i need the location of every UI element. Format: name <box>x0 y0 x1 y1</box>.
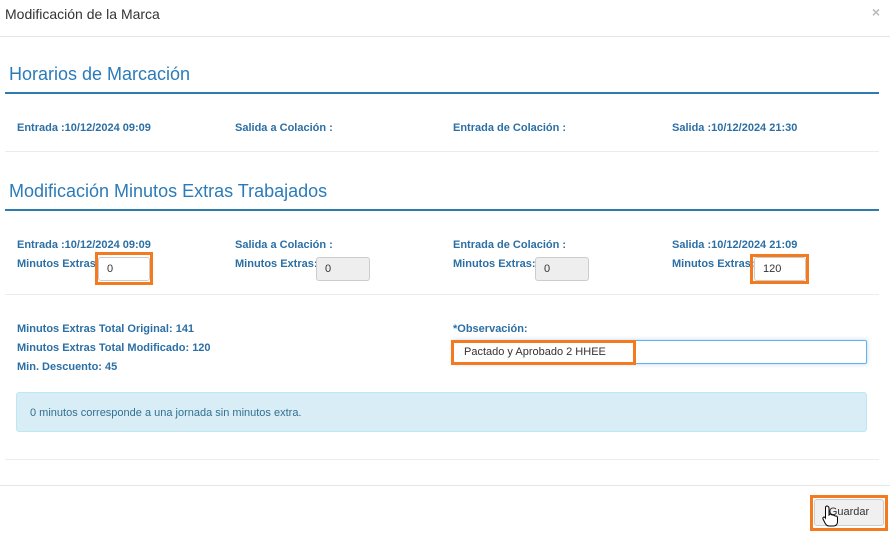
horarios-entrada: Entrada :10/12/2024 09:09 <box>17 122 151 134</box>
horarios-entrada-colacion: Entrada de Colación : <box>453 122 567 134</box>
total-modificado: Minutos Extras Total Modificado: 120 <box>17 342 211 354</box>
modal-title: Modificación de la Marca <box>5 6 160 22</box>
highlight-box-salida <box>750 254 809 284</box>
minutos-extras-label-3: Minutos Extras: <box>453 258 536 270</box>
minutos-extras-salida-colacion-input[interactable] <box>316 257 370 281</box>
minutos-extras-entrada-colacion-input[interactable] <box>535 257 589 281</box>
modificacion-section-title: Modificación Minutos Extras Trabajados <box>9 181 328 201</box>
total-original: Minutos Extras Total Original: 141 <box>17 323 195 335</box>
highlight-box-observacion <box>451 340 636 365</box>
horarios-salida: Salida :10/12/2024 21:30 <box>672 122 798 134</box>
observacion-label: *Observación: <box>453 323 528 335</box>
modificacion-row-divider <box>5 294 879 295</box>
mod-entrada: Entrada :10/12/2024 09:09 <box>17 239 151 251</box>
min-descuento: Min. Descuento: 45 <box>17 361 118 373</box>
horarios-row-divider <box>5 151 879 152</box>
minutos-extras-label-1: Minutos Extras: <box>17 258 100 270</box>
minutos-extras-label-4: Minutos Extras: <box>672 258 755 270</box>
horarios-section-title: Horarios de Marcación <box>9 64 191 84</box>
mod-salida: Salida :10/12/2024 21:09 <box>672 239 798 251</box>
horarios-salida-colacion: Salida a Colación : <box>235 122 333 134</box>
info-alert: 0 minutos corresponde a una jornada sin … <box>16 392 867 432</box>
footer-divider <box>0 485 890 486</box>
highlight-box-entrada <box>95 252 153 285</box>
modal-header: Modificación de la Marca × <box>0 0 890 37</box>
minutos-extras-label-2: Minutos Extras: <box>235 258 318 270</box>
mod-entrada-colacion: Entrada de Colación : <box>453 239 567 251</box>
modificacion-divider <box>5 209 879 211</box>
close-icon[interactable]: × <box>872 4 880 20</box>
mod-salida-colacion: Salida a Colación : <box>235 239 333 251</box>
hand-cursor-icon <box>822 505 838 527</box>
horarios-divider <box>5 92 879 94</box>
info-alert-text: 0 minutos corresponde a una jornada sin … <box>30 407 302 419</box>
content-bottom-divider <box>5 459 879 460</box>
